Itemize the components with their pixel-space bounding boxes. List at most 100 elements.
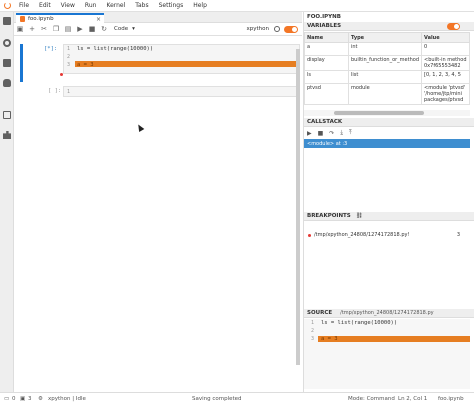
code-cell-1[interactable]: [*]: 1 ls = list(range(10000)) 2 3 a = 3 bbox=[20, 44, 300, 82]
cell-editor[interactable]: 1 bbox=[63, 86, 300, 97]
cell-prompt: [*]: bbox=[44, 46, 58, 52]
run-icon[interactable]: ▶ bbox=[74, 23, 86, 36]
tab-foo-ipynb[interactable]: foo.ipynb × bbox=[16, 13, 104, 23]
column-header[interactable]: Type bbox=[348, 32, 422, 43]
continue-icon[interactable]: ▶ bbox=[307, 130, 312, 137]
line-number: 1 bbox=[67, 89, 71, 95]
restart-icon[interactable]: ↻ bbox=[98, 23, 110, 36]
add-icon[interactable]: + bbox=[26, 23, 38, 36]
kernel-icon[interactable]: ▣ bbox=[20, 396, 25, 402]
menu-kernel[interactable]: Kernel bbox=[101, 2, 130, 9]
source-path: /tmp/xpython_24808/1274172818.py bbox=[340, 310, 434, 316]
active-cell-bar bbox=[20, 44, 23, 82]
link-icon[interactable]: ⛓ bbox=[356, 213, 363, 219]
step-over-icon[interactable]: ↷ bbox=[329, 130, 334, 137]
var-value: <module 'ptvsd' '/home/jtp/mini packages… bbox=[421, 83, 470, 105]
horizontal-scrollbar[interactable] bbox=[304, 110, 470, 116]
line-number: 3 bbox=[67, 62, 71, 68]
var-name: ptvsd bbox=[304, 83, 349, 105]
tab-bar: foo.ipynb × bbox=[14, 12, 302, 23]
code-cell-2[interactable]: [ ]: 1 bbox=[20, 86, 300, 98]
line-number: 3 bbox=[311, 336, 315, 342]
status-file: foo.ipynb bbox=[438, 396, 464, 402]
terminal-icon[interactable]: ▭ bbox=[4, 396, 9, 402]
menu-edit[interactable]: Edit bbox=[34, 2, 56, 9]
close-icon[interactable]: × bbox=[96, 16, 101, 23]
menu-tabs[interactable]: Tabs bbox=[130, 2, 153, 9]
step-in-icon[interactable]: ⤓ bbox=[340, 129, 343, 137]
settings-icon[interactable]: ⚙ bbox=[38, 396, 43, 402]
var-value: <built-in method 0x7f65553482 bbox=[421, 55, 470, 71]
var-value: 0 bbox=[421, 42, 470, 56]
var-type: module bbox=[348, 83, 422, 105]
paste-icon[interactable]: ▤ bbox=[62, 23, 74, 36]
breakpoints-header: BREAKPOINTS ⛓ bbox=[304, 212, 474, 221]
cell-prompt: [ ]: bbox=[48, 88, 62, 94]
cursor-position[interactable]: Ln 2, Col 1 bbox=[398, 396, 427, 402]
scrollbar[interactable] bbox=[296, 49, 300, 365]
table-row[interactable]: ls list [0, 1, 2, 3, 4, 5 bbox=[304, 70, 470, 84]
notebook-icon bbox=[20, 16, 25, 22]
breakpoint-item[interactable]: /tmp/xpython_24808/1274172818.py! 3 bbox=[304, 231, 470, 239]
column-header[interactable]: Value bbox=[421, 32, 470, 43]
var-type: builtin_function_or_method bbox=[348, 55, 422, 71]
breakpoints-title: BREAKPOINTS bbox=[307, 213, 351, 219]
var-type: int bbox=[348, 42, 422, 56]
mouse-cursor-icon bbox=[135, 122, 145, 133]
menu-bar: File Edit View Run Kernel Tabs Settings … bbox=[0, 0, 474, 12]
debugger-toggle[interactable] bbox=[284, 25, 298, 33]
variables-title: VARIABLES bbox=[307, 23, 342, 29]
menu-run[interactable]: Run bbox=[80, 2, 102, 9]
terminal-count: 0 bbox=[12, 396, 16, 402]
current-line-highlight bbox=[75, 61, 299, 67]
table-row[interactable]: a int 0 bbox=[304, 42, 470, 56]
line-number: 1 bbox=[311, 320, 315, 326]
menu-view[interactable]: View bbox=[56, 2, 80, 9]
bug-icon[interactable] bbox=[3, 79, 11, 87]
source-editor[interactable]: 1 ls = list(range(10000)) 2 3 a = 3 bbox=[304, 319, 470, 389]
var-type: list bbox=[348, 70, 422, 84]
menu-file[interactable]: File bbox=[14, 2, 34, 9]
cell-editor[interactable]: 1 ls = list(range(10000)) 2 3 a = 3 bbox=[63, 44, 300, 74]
variables-header: VARIABLES bbox=[304, 22, 474, 31]
source-header: SOURCE /tmp/xpython_24808/1274172818.py bbox=[304, 309, 474, 318]
tabs-icon[interactable] bbox=[3, 111, 11, 119]
cell-type-select[interactable]: Code ▾ bbox=[112, 25, 154, 33]
variables-view-toggle[interactable] bbox=[447, 23, 460, 30]
step-out-icon[interactable]: ⤒ bbox=[349, 129, 352, 137]
column-header[interactable]: Name bbox=[304, 32, 349, 43]
table-row[interactable]: display builtin_function_or_method <buil… bbox=[304, 55, 470, 71]
code-line: ls = list(range(10000)) bbox=[321, 320, 398, 326]
kernel-name[interactable]: xpython bbox=[247, 26, 270, 32]
kernel-count: 3 bbox=[28, 396, 32, 402]
save-icon[interactable]: ▣ bbox=[14, 23, 26, 36]
running-icon[interactable] bbox=[3, 39, 11, 47]
current-line-highlight bbox=[318, 336, 470, 342]
menu-settings[interactable]: Settings bbox=[154, 2, 189, 9]
menu-help[interactable]: Help bbox=[188, 2, 212, 9]
notebook-panel: foo.ipynb × ▣ + ✂ ❐ ▤ ▶ ■ ↻ Code ▾ xpyth… bbox=[14, 12, 302, 392]
var-value: [0, 1, 2, 3, 4, 5 bbox=[421, 70, 470, 84]
code-line: a = 3 bbox=[321, 336, 338, 342]
breakpoint-dot-icon bbox=[308, 233, 311, 237]
terminate-icon[interactable]: ■ bbox=[318, 130, 324, 137]
cell-type-value: Code bbox=[114, 26, 129, 32]
callstack-frame[interactable]: <module> at :3 bbox=[304, 139, 470, 148]
code-line: a = 3 bbox=[77, 62, 94, 68]
cut-icon[interactable]: ✂ bbox=[38, 23, 50, 36]
kernel-status[interactable]: xpython | Idle bbox=[48, 396, 86, 402]
activity-bar bbox=[0, 12, 14, 392]
extension-icon[interactable] bbox=[3, 131, 11, 139]
copy-icon[interactable]: ❐ bbox=[50, 23, 62, 36]
stop-icon[interactable]: ■ bbox=[86, 23, 98, 36]
folder-icon[interactable] bbox=[3, 17, 11, 25]
palette-icon[interactable] bbox=[3, 59, 11, 67]
chevron-down-icon: ▾ bbox=[132, 26, 135, 32]
status-bar: ▭ 0 ▣ 3 ⚙ xpython | Idle Saving complete… bbox=[0, 392, 474, 404]
jupyter-logo-icon bbox=[0, 0, 14, 12]
table-row[interactable]: ptvsd module <module 'ptvsd' '/home/jtp/… bbox=[304, 83, 470, 105]
mode-indicator[interactable]: Mode: Command bbox=[348, 396, 395, 402]
var-name: a bbox=[304, 42, 349, 56]
callstack-toolbar: ▶ ■ ↷ ⤓ ⤒ bbox=[304, 128, 474, 138]
status-message: Saving completed bbox=[192, 396, 242, 402]
